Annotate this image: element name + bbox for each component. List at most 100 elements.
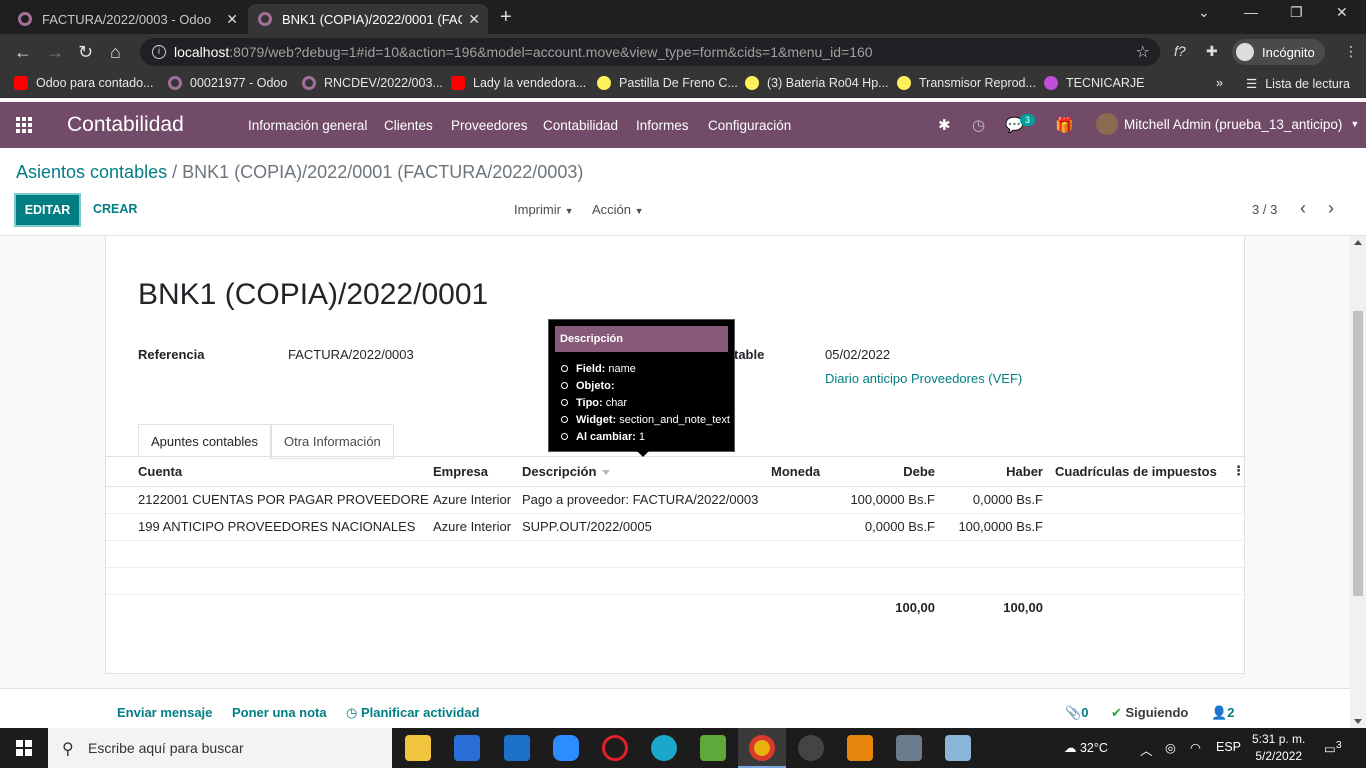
close-window-icon[interactable]: ✕: [1336, 4, 1348, 21]
table-row[interactable]: 199 ANTICIPO PROVEEDORES NACIONALES Azur…: [106, 513, 1246, 541]
cell-label[interactable]: Pago a proveedor: FACTURA/2022/0003: [518, 486, 767, 514]
network-icon[interactable]: ◎: [1165, 740, 1176, 755]
schedule-activity-button[interactable]: ◷ Planificar actividad: [346, 705, 479, 721]
menu-contabilidad[interactable]: Contabilidad: [543, 118, 618, 133]
cell-tax-grids[interactable]: [1047, 513, 1228, 541]
pager-previous-icon[interactable]: ‹: [1300, 198, 1306, 219]
bookmark-item[interactable]: (3) Bateria Ro04 Hp...: [745, 76, 889, 90]
menu-configuracion[interactable]: Configuración: [708, 118, 791, 133]
bookmark-item[interactable]: TECNICARJE: [1044, 76, 1144, 90]
cell-credit[interactable]: 100,0000 Bs.F: [939, 513, 1047, 541]
new-tab-icon[interactable]: +: [500, 6, 512, 29]
col-debe[interactable]: Debe: [837, 457, 939, 487]
gift-icon[interactable]: 🎁: [1055, 116, 1074, 134]
store-icon[interactable]: [454, 735, 480, 761]
pager-value[interactable]: 3 / 3: [1252, 202, 1277, 217]
following-button[interactable]: ✔ Siguiendo: [1111, 705, 1188, 721]
apps-menu-icon[interactable]: [16, 117, 34, 133]
reload-icon[interactable]: ↻: [78, 42, 93, 62]
tab-otra-informacion[interactable]: Otra Información: [270, 424, 394, 459]
opera-icon[interactable]: [602, 735, 628, 761]
debug-bug-icon[interactable]: ✱: [938, 116, 951, 134]
chrome-icon[interactable]: [749, 735, 775, 761]
print-dropdown[interactable]: Imprimir ▼: [514, 202, 573, 217]
app-name[interactable]: Contabilidad: [67, 113, 184, 137]
tab-search-icon[interactable]: ⌄: [1198, 4, 1210, 21]
cell-debit[interactable]: 100,0000 Bs.F: [837, 486, 939, 514]
mail-icon[interactable]: [504, 735, 530, 761]
user-menu[interactable]: Mitchell Admin (prueba_13_anticipo) ▼: [1096, 113, 1359, 135]
notepad-icon[interactable]: [945, 735, 971, 761]
menu-proveedores[interactable]: Proveedores: [451, 118, 528, 133]
cell-debit[interactable]: 0,0000 Bs.F: [837, 513, 939, 541]
cell-currency[interactable]: [767, 513, 837, 541]
scroll-up-icon[interactable]: [1354, 240, 1362, 245]
cell-partner[interactable]: Azure Interior: [429, 486, 518, 514]
tab-apuntes-contables[interactable]: Apuntes contables: [138, 424, 271, 459]
menu-informes[interactable]: Informes: [636, 118, 689, 133]
attachments-button[interactable]: 📎0: [1065, 705, 1088, 721]
bookmark-item[interactable]: Lady la vendedora...: [451, 76, 586, 90]
tray-overflow-icon[interactable]: ︿: [1140, 740, 1153, 759]
bookmark-item[interactable]: Odoo para contado...: [14, 76, 153, 90]
site-info-icon[interactable]: i: [152, 45, 166, 59]
bluestacks-icon[interactable]: [700, 735, 726, 761]
pager-next-icon[interactable]: ›: [1328, 198, 1334, 219]
wifi-icon[interactable]: ◠: [1190, 740, 1201, 755]
forward-icon[interactable]: →: [46, 42, 64, 62]
taskbar-search-box[interactable]: ⚲ Escribe aquí para buscar: [48, 728, 392, 768]
bookmarks-overflow-icon[interactable]: »: [1216, 76, 1223, 90]
log-note-button[interactable]: Poner una nota: [232, 705, 327, 720]
zoom-icon[interactable]: [553, 735, 579, 761]
cell-account[interactable]: 199 ANTICIPO PROVEEDORES NACIONALES: [134, 513, 429, 541]
table-row[interactable]: 2122001 CUENTAS POR PAGAR PROVEEDORES Az…: [106, 486, 1246, 514]
browser-tab-active[interactable]: BNK1 (COPIA)/2022/0001 (FACTU ✕: [248, 4, 488, 34]
close-tab-icon[interactable]: ✕: [226, 11, 238, 28]
notifications-icon[interactable]: ▭3: [1324, 740, 1342, 756]
scroll-down-icon[interactable]: [1354, 719, 1362, 724]
bookmark-item[interactable]: Transmisor Reprod...: [897, 76, 1036, 90]
action-dropdown[interactable]: Acción ▼: [592, 202, 644, 217]
calculator-icon[interactable]: [896, 735, 922, 761]
edge-icon[interactable]: [651, 735, 677, 761]
extensions-puzzle-icon[interactable]: ✚: [1206, 43, 1218, 60]
url-field[interactable]: i localhost :8079/web?debug=1#id=10&acti…: [140, 38, 1160, 66]
language-indicator[interactable]: ESP: [1216, 740, 1241, 754]
scrollbar-thumb[interactable]: [1353, 311, 1363, 596]
bookmark-item[interactable]: 00021977 - Odoo: [168, 76, 287, 90]
weather-widget[interactable]: ☁ 32°C: [1064, 740, 1108, 755]
incognito-profile-button[interactable]: Incógnito: [1232, 39, 1325, 65]
create-button[interactable]: CREAR: [93, 202, 137, 216]
activity-clock-icon[interactable]: ◷: [972, 116, 985, 134]
bookmark-item[interactable]: Pastilla De Freno C...: [597, 76, 738, 90]
col-moneda[interactable]: Moneda: [767, 457, 837, 487]
page-scrollbar[interactable]: [1350, 236, 1366, 728]
taskbar-clock[interactable]: 5:31 p. m. 5/2/2022: [1252, 731, 1305, 765]
cell-credit[interactable]: 0,0000 Bs.F: [939, 486, 1047, 514]
sublime-text-icon[interactable]: [847, 735, 873, 761]
col-empresa[interactable]: Empresa: [429, 457, 518, 487]
breadcrumb-parent[interactable]: Asientos contables: [16, 162, 167, 182]
bookmark-star-icon[interactable]: ☆: [1136, 42, 1150, 62]
home-icon[interactable]: ⌂: [110, 42, 121, 62]
formula-extension-icon[interactable]: f?: [1174, 43, 1186, 59]
close-tab-icon[interactable]: ✕: [468, 11, 480, 28]
restore-icon[interactable]: ❐: [1290, 4, 1303, 21]
menu-informacion-general[interactable]: Información general: [248, 118, 367, 133]
cell-label[interactable]: SUPP.OUT/2022/0005: [518, 513, 767, 541]
send-message-button[interactable]: Enviar mensaje: [117, 705, 212, 720]
col-haber[interactable]: Haber: [939, 457, 1047, 487]
back-icon[interactable]: ←: [14, 42, 32, 62]
col-descripcion[interactable]: Descripción: [518, 457, 767, 487]
journal-field[interactable]: Diario anticipo Proveedores (VEF): [825, 371, 1022, 386]
settings-gear-icon[interactable]: [798, 735, 824, 761]
browser-menu-icon[interactable]: ⋮: [1344, 43, 1358, 60]
col-cuenta[interactable]: Cuenta: [134, 457, 429, 487]
bookmark-item[interactable]: RNCDEV/2022/003...: [302, 76, 443, 90]
cell-partner[interactable]: Azure Interior: [429, 513, 518, 541]
menu-clientes[interactable]: Clientes: [384, 118, 433, 133]
cell-currency[interactable]: [767, 486, 837, 514]
followers-button[interactable]: 👤2: [1211, 705, 1234, 721]
file-explorer-icon[interactable]: [405, 735, 431, 761]
minimize-icon[interactable]: —: [1244, 4, 1258, 20]
